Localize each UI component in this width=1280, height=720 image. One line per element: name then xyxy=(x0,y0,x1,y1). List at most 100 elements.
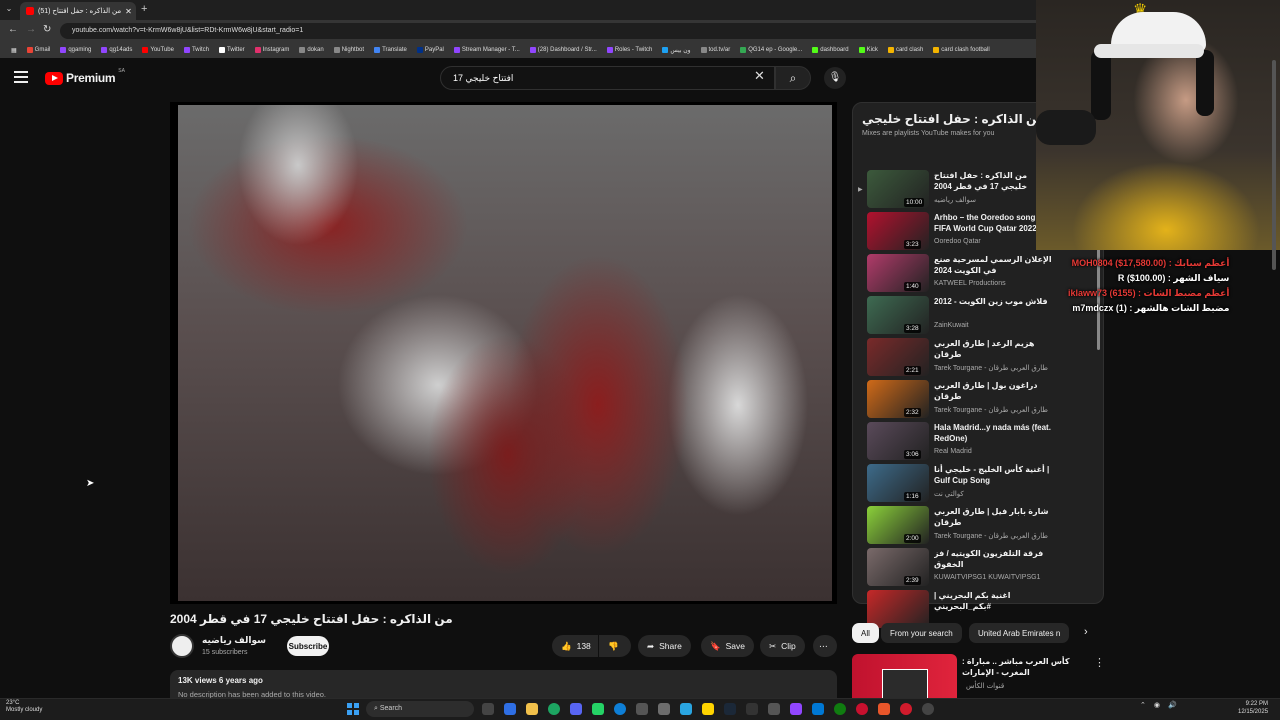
obs-icon[interactable] xyxy=(856,703,868,715)
bookmark[interactable]: qg14ads xyxy=(96,47,137,53)
bookmark[interactable]: Kick xyxy=(854,47,883,53)
bookmark[interactable]: YouTube xyxy=(137,47,179,53)
task-view-icon[interactable] xyxy=(482,703,494,715)
bookmark[interactable]: QG14 ep - Google... xyxy=(735,47,807,53)
system-tray[interactable]: ⌃ ◉ 🔊 xyxy=(1140,701,1177,709)
playlist-item-title[interactable]: من الذاكره : حفل افتتاح خليجي 17 في قطر … xyxy=(934,170,1052,192)
bookmark[interactable]: qgaming xyxy=(55,47,96,53)
playlist-item-title[interactable]: شارة بابار فيل | طارق العربي طرقان xyxy=(934,506,1052,528)
bookmark[interactable]: PayPal xyxy=(412,47,449,53)
youtube-logo[interactable]: Premium SA xyxy=(45,68,125,85)
app-icon[interactable] xyxy=(658,703,670,715)
bookmark[interactable]: card clash football xyxy=(928,47,994,53)
subscribe-button[interactable]: Subscribe xyxy=(287,636,329,656)
weather-widget[interactable]: 23°C Mostly cloudy xyxy=(6,700,42,714)
playlist-item[interactable]: 2:00 شارة بابار فيل | طارق العربي طرقان Ta… xyxy=(858,506,1098,550)
bookmark[interactable]: Translate xyxy=(369,47,412,53)
share-button[interactable]: ➦ Share xyxy=(638,635,691,657)
playlist-item-title[interactable]: هزيم الرعد | طارق العربي طرقان xyxy=(934,338,1052,360)
bookmark[interactable]: Stream Manager - T... xyxy=(449,47,525,53)
playlist-item-title[interactable]: أغنية كأس الخليج - خليجي أنا | Gulf Cup … xyxy=(934,464,1052,486)
chrome-icon[interactable] xyxy=(548,703,560,715)
xbox-icon[interactable] xyxy=(834,703,846,715)
page-scrollbar[interactable] xyxy=(1272,60,1276,270)
bookmark[interactable]: tod.tv/ar xyxy=(696,47,736,53)
telegram-icon[interactable] xyxy=(680,703,692,715)
chevron-right-icon[interactable]: › xyxy=(1084,626,1088,638)
playlist-item[interactable]: 2:39 فرقة التلفزيون الكويتيه / فز الخفوق K… xyxy=(858,548,1098,592)
playlist-item[interactable]: 3:06 Hala Madrid...y nada más (feat. RedO… xyxy=(858,422,1098,466)
clear-search-icon[interactable]: ✕ xyxy=(754,68,765,84)
app-icon[interactable] xyxy=(702,703,714,715)
playlist-item-channel[interactable]: Ooredoo Qatar xyxy=(934,238,981,245)
back-icon[interactable]: ← xyxy=(8,24,18,35)
playlist-item-title[interactable]: Arhbo – the Ooredoo song for FIFA World … xyxy=(934,212,1052,234)
edge-icon[interactable] xyxy=(614,703,626,715)
playlist-item-channel[interactable]: Tarek Tourgane - طارق العربي طرقان xyxy=(934,364,1048,372)
playlist-item[interactable]: 2:32 دراغون بول | طارق العربي طرقان Tarek … xyxy=(858,380,1098,424)
bookmark[interactable]: dashboard xyxy=(807,47,853,53)
playlist-item-channel[interactable]: Tarek Tourgane - طارق العربي طرقان xyxy=(934,406,1048,414)
app-icon[interactable] xyxy=(922,703,934,715)
file-explorer-icon[interactable] xyxy=(526,703,538,715)
app-icon[interactable] xyxy=(636,703,648,715)
dislike-button[interactable]: 👎 xyxy=(599,635,631,657)
playlist-item-title[interactable]: الإعلان الرسمي لمسرحية صنع في الكويت 202… xyxy=(934,254,1052,276)
playlist-item-channel[interactable]: KATWEEL Productions xyxy=(934,280,1006,287)
like-button[interactable]: 👍 138 xyxy=(552,635,598,657)
bookmark[interactable]: Roles - Twitch xyxy=(602,47,658,53)
video-frame[interactable] xyxy=(178,105,832,601)
playlist-item-channel[interactable]: Tarek Tourgane - طارق العربي طرقان xyxy=(934,532,1048,540)
apps-icon[interactable]: ▦ xyxy=(6,47,22,54)
browser-tab[interactable]: (51) من الذاكره : حفل افتتاح ✕ xyxy=(20,2,136,20)
bookmark[interactable]: ون بيس xyxy=(657,47,695,54)
more-options-icon[interactable]: ⋮ xyxy=(1094,656,1105,669)
reload-icon[interactable]: ↻ xyxy=(43,24,51,35)
playlist-item[interactable]: 3:28 فلاش موب زين الكويت - 2012 ZainKuwait xyxy=(858,296,1098,340)
playlist-item[interactable]: 1:16 أغنية كأس الخليج - خليجي أنا | Gulf … xyxy=(858,464,1098,508)
bookmark[interactable]: Twitter xyxy=(214,47,250,53)
chip-from-search[interactable]: From your search xyxy=(881,623,962,643)
more-actions-icon[interactable]: ⋯ xyxy=(813,635,837,657)
bookmark[interactable]: Twitch xyxy=(179,47,214,53)
search-button[interactable]: ⌕ xyxy=(775,66,811,90)
close-tab-icon[interactable]: ✕ xyxy=(125,7,132,16)
bookmark[interactable]: (28) Dashboard / Str... xyxy=(525,47,602,53)
bookmark[interactable]: dokan xyxy=(294,47,328,53)
tab-search-icon[interactable]: ⌄ xyxy=(3,4,15,16)
playlist-item[interactable]: 1:40 الإعلان الرسمي لمسرحية صنع في الكويت… xyxy=(858,254,1098,298)
taskbar-search[interactable]: ⌕ Search xyxy=(366,701,474,717)
url-field[interactable]: youtube.com/watch?v=t-KrmW6w8jU&list=RDt… xyxy=(60,23,1050,39)
windows-start-icon[interactable] xyxy=(347,703,359,715)
app-icon[interactable] xyxy=(746,703,758,715)
save-button[interactable]: 🔖 Save xyxy=(701,635,754,657)
bookmark[interactable]: Gmail xyxy=(22,47,56,53)
voice-search-icon[interactable]: 🎙 xyxy=(824,67,846,89)
playlist-item-title[interactable]: اغنية بكم البحريني | #بكم_البحريني xyxy=(934,590,1052,612)
app-icon[interactable] xyxy=(812,703,824,715)
app-icon[interactable] xyxy=(790,703,802,715)
chip-uae[interactable]: United Arab Emirates n xyxy=(969,623,1069,643)
playlist-item-channel[interactable]: سوالف رياضيه xyxy=(934,196,976,204)
bookmark[interactable]: card clash xyxy=(883,47,928,53)
search-input[interactable]: افتتاح خليجي 17 xyxy=(440,66,775,90)
new-tab-icon[interactable]: + xyxy=(141,3,147,15)
app-icon[interactable] xyxy=(900,703,912,715)
playlist-item-title[interactable]: فرقة التلفزيون الكويتيه / فز الخفوق xyxy=(934,548,1052,570)
bookmark[interactable]: Instagram xyxy=(250,47,295,53)
chip-all[interactable]: All xyxy=(852,623,879,643)
playlist-item[interactable]: 2:21 هزيم الرعد | طارق العربي طرقان Tarek … xyxy=(858,338,1098,382)
recommended-channel[interactable]: قنوات الكأس xyxy=(966,682,1004,690)
app-icon[interactable] xyxy=(878,703,890,715)
app-icon[interactable] xyxy=(768,703,780,715)
taskbar-clock[interactable]: 9:22 PM 12/15/2025 xyxy=(1238,700,1268,716)
steam-icon[interactable] xyxy=(724,703,736,715)
playlist-item-channel[interactable]: Real Madrid xyxy=(934,448,972,455)
menu-icon[interactable] xyxy=(14,71,28,83)
whatsapp-icon[interactable] xyxy=(592,703,604,715)
app-icon[interactable] xyxy=(504,703,516,715)
forward-icon[interactable]: → xyxy=(26,24,36,35)
bookmark[interactable]: Nightbot xyxy=(329,47,369,53)
playlist-item-channel[interactable]: كوالتي نت xyxy=(934,490,964,498)
clip-button[interactable]: ✂ Clip xyxy=(760,635,805,657)
